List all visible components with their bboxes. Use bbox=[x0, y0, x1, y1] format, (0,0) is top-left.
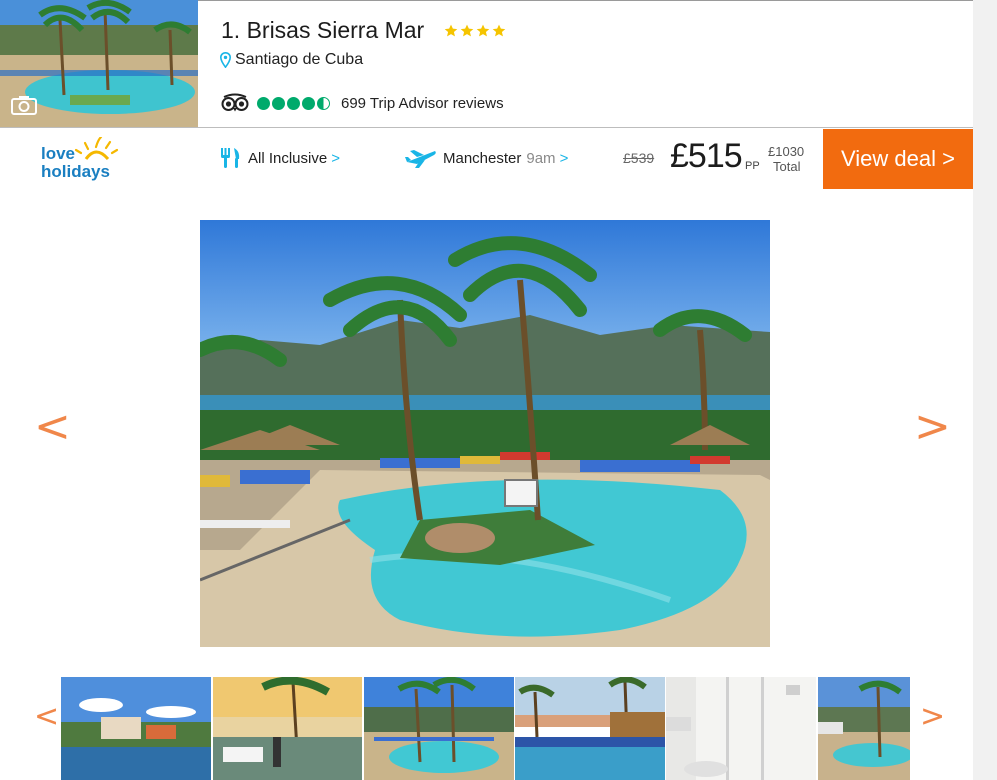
gallery-thumbnail[interactable] bbox=[818, 677, 910, 780]
thumbs-prev-arrow[interactable]: < bbox=[34, 702, 59, 732]
logo-text-love: love bbox=[41, 144, 75, 163]
board-type[interactable]: All Inclusive > bbox=[219, 147, 340, 169]
rating-bubble bbox=[287, 96, 300, 110]
section-divider bbox=[0, 127, 973, 128]
reviews-link[interactable]: 699 Trip Advisor reviews bbox=[341, 95, 504, 112]
gallery-next-arrow[interactable]: > bbox=[914, 405, 951, 449]
gallery-main-image[interactable] bbox=[200, 220, 770, 647]
thumbs-next-arrow[interactable]: > bbox=[920, 702, 945, 732]
cutlery-icon bbox=[221, 148, 240, 168]
page-gutter bbox=[973, 0, 997, 780]
rating-bubble bbox=[257, 96, 270, 110]
current-price: £515 bbox=[670, 137, 743, 175]
departure-time: 9am bbox=[526, 149, 556, 167]
plane-icon bbox=[405, 150, 436, 168]
logo-text-holidays: holidays bbox=[41, 162, 110, 181]
flight-info[interactable]: Manchester 9am > bbox=[405, 147, 568, 169]
rating-bubbles bbox=[257, 96, 330, 110]
camera-icon[interactable] bbox=[11, 95, 37, 115]
hotel-result-card: 1. Brisas Sierra Mar Santiago de Cuba 69… bbox=[0, 0, 973, 780]
board-type-label: All Inclusive bbox=[248, 149, 328, 167]
gallery-thumbnail[interactable] bbox=[515, 677, 665, 780]
per-person-label: PP bbox=[745, 160, 760, 172]
star-icon bbox=[492, 24, 506, 37]
gallery-thumbnail-active[interactable] bbox=[364, 677, 514, 780]
map-pin-icon bbox=[220, 52, 231, 68]
total-price: £1030 bbox=[768, 144, 805, 159]
rating-bubble bbox=[302, 96, 315, 110]
tripadvisor-owl-icon bbox=[221, 93, 249, 112]
thumbnail-image bbox=[61, 677, 211, 780]
pool-photo bbox=[200, 220, 770, 647]
star-rating bbox=[444, 24, 506, 38]
thumbnail-image bbox=[515, 677, 665, 780]
star-icon bbox=[460, 24, 474, 37]
rating-bubble bbox=[272, 96, 285, 110]
hotel-name[interactable]: 1. Brisas Sierra Mar bbox=[221, 17, 424, 44]
departure-airport: Manchester bbox=[443, 149, 522, 167]
loveholidays-logo[interactable]: love holidays bbox=[40, 137, 120, 181]
view-deal-button[interactable]: View deal > bbox=[823, 129, 973, 189]
board-chevron: > bbox=[331, 149, 340, 167]
thumbnail-image bbox=[364, 677, 514, 780]
top-border bbox=[198, 0, 973, 1]
thumbnail-image bbox=[666, 677, 816, 780]
thumbnail-image bbox=[213, 677, 362, 780]
flight-chevron: > bbox=[559, 149, 569, 167]
tripadvisor-rating[interactable]: 699 Trip Advisor reviews bbox=[220, 93, 504, 113]
old-price: £539 bbox=[623, 150, 655, 166]
location-text: Santiago de Cuba bbox=[235, 51, 364, 68]
hotel-location[interactable]: Santiago de Cuba bbox=[220, 51, 363, 69]
gallery-thumbnail[interactable] bbox=[213, 677, 362, 780]
gallery-thumbnail[interactable] bbox=[666, 677, 816, 780]
rating-bubble bbox=[317, 96, 330, 110]
gallery-prev-arrow[interactable]: < bbox=[34, 405, 71, 449]
thumbnail-image bbox=[818, 677, 910, 780]
total-label: Total bbox=[773, 159, 801, 174]
star-icon bbox=[444, 24, 458, 37]
gallery-thumbnail[interactable] bbox=[61, 677, 211, 780]
star-icon bbox=[476, 24, 490, 37]
hotel-thumbnail[interactable] bbox=[0, 0, 198, 127]
